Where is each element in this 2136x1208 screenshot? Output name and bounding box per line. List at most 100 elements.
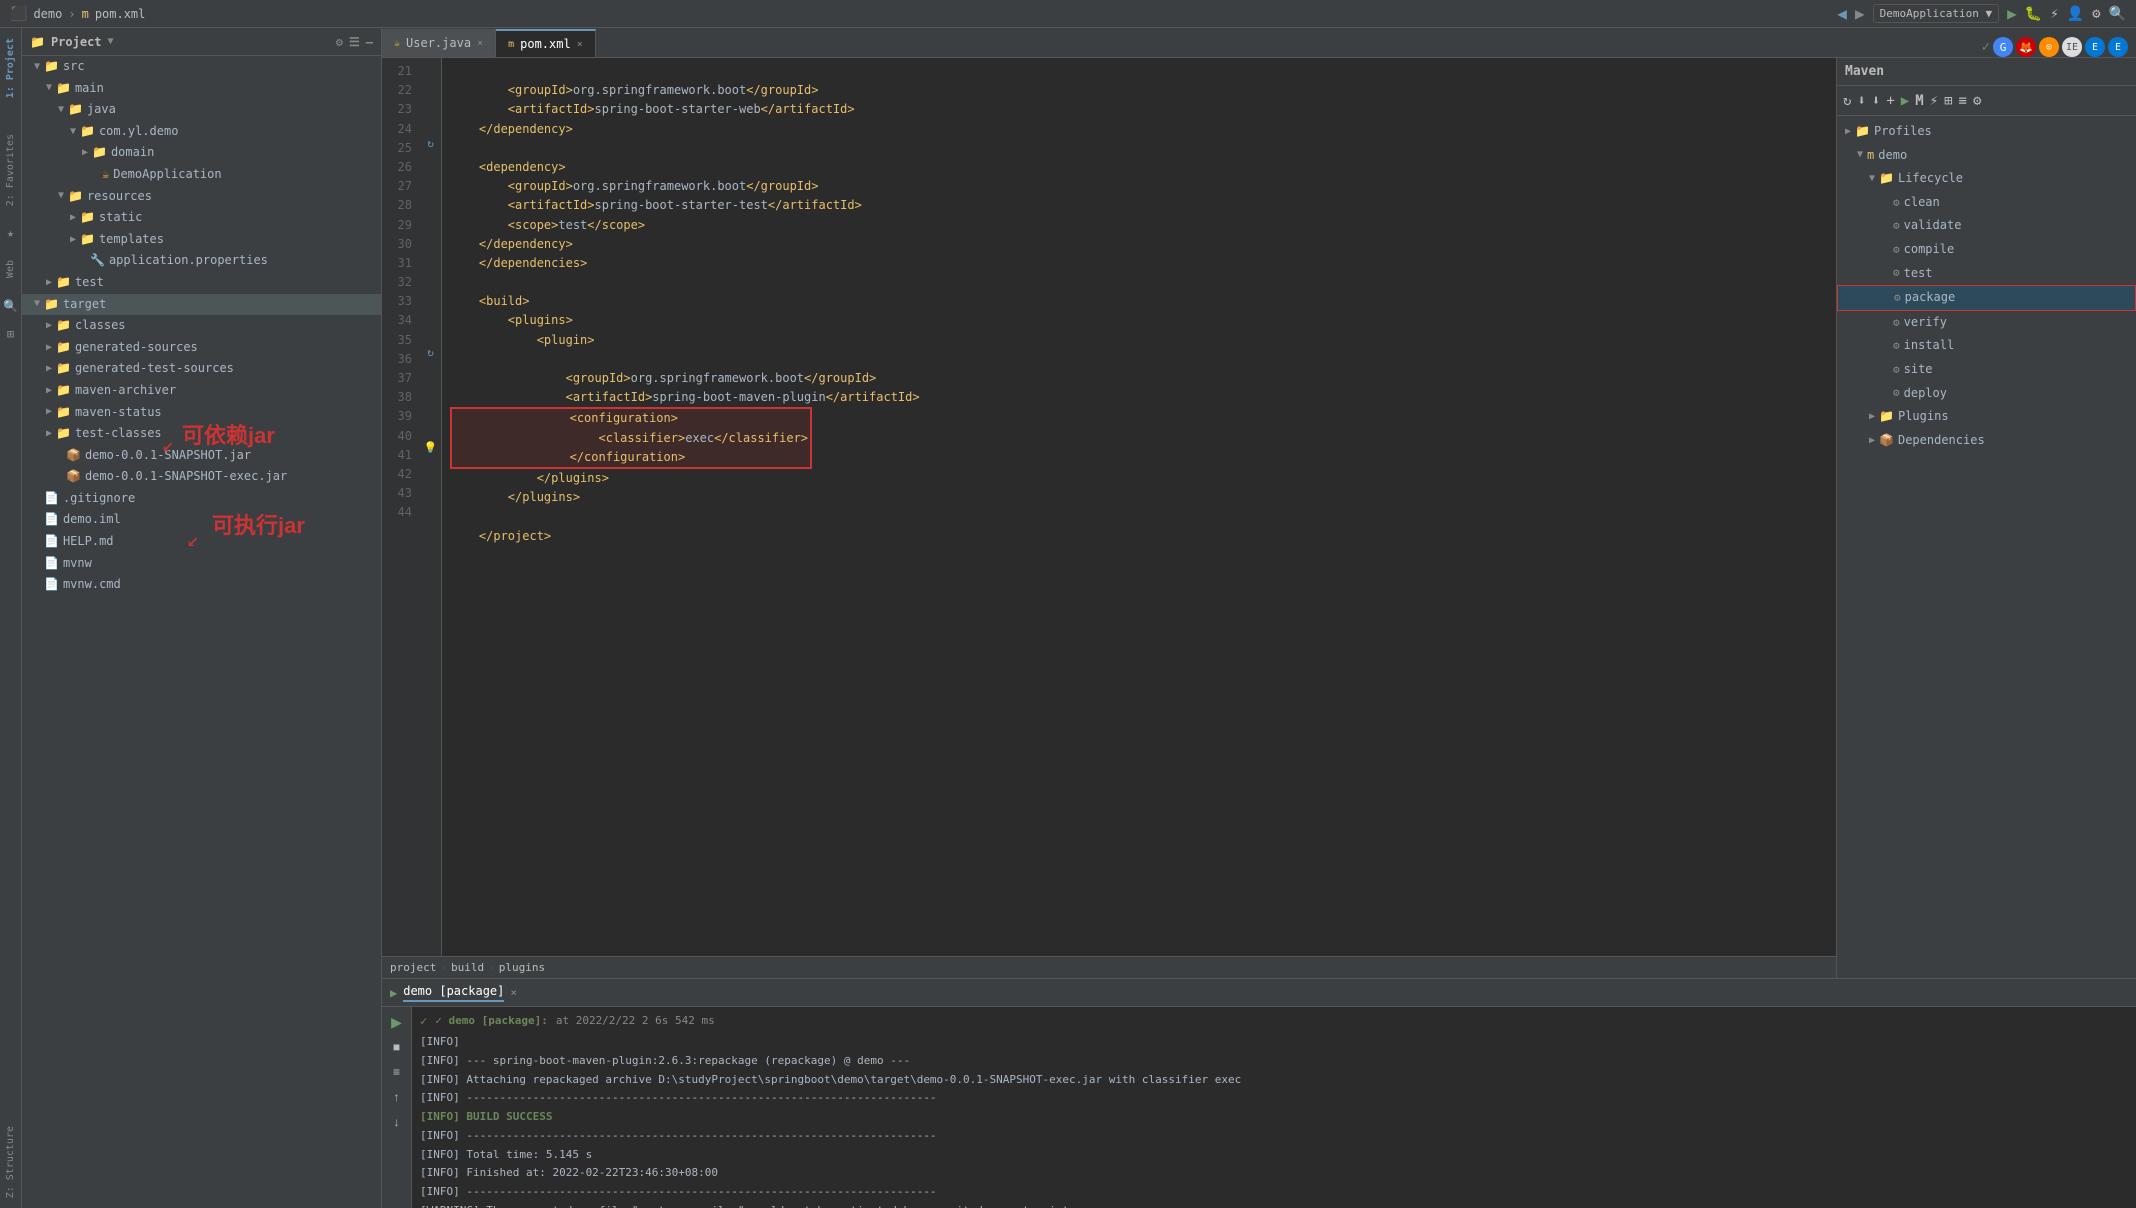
tree-item-gitignore[interactable]: 📄.gitignore — [22, 488, 381, 510]
project-dropdown-icon[interactable]: ▼ — [108, 36, 114, 47]
run-up-btn[interactable]: ↑ — [386, 1086, 408, 1108]
tree-item-templates[interactable]: ▶📁templates — [22, 229, 381, 251]
maven-list-btn[interactable]: ≡ — [1957, 91, 1969, 111]
project-gear-icon[interactable]: ☰ — [349, 35, 360, 49]
tree-item-exec-jar[interactable]: 📦demo-0.0.1-SNAPSHOT-exec.jar — [22, 466, 381, 488]
tree-item-resources[interactable]: ▼📁resources — [22, 186, 381, 208]
tree-item-generated-test-sources[interactable]: ▶📁generated-test-sources — [22, 358, 381, 380]
validate-label: validate — [1904, 215, 1962, 237]
tree-item-java[interactable]: ▼📁java — [22, 99, 381, 121]
log-line-8: [INFO] Finished at: 2022-02-22T23:46:30+… — [420, 1164, 2128, 1183]
maven-verify[interactable]: ⚙ verify — [1837, 311, 2136, 335]
search-everywhere-btn[interactable]: 🔍 — [2109, 6, 2126, 22]
code-content[interactable]: <groupId>org.springframework.boot</group… — [442, 58, 1836, 956]
tree-item-application-properties[interactable]: 🔧application.properties — [22, 250, 381, 272]
debug-btn[interactable]: 🐛 — [2025, 6, 2042, 22]
side-icon-structure-label[interactable]: Z: Structure — [3, 1120, 18, 1204]
tree-item-demo-iml[interactable]: 📄demo.iml — [22, 509, 381, 531]
tree-item-src[interactable]: ▼📁src — [22, 56, 381, 78]
tree-item-target[interactable]: ▼📁target — [22, 294, 381, 316]
run-down-btn[interactable]: ↓ — [386, 1111, 408, 1133]
run-log: ✓ ✓ demo [package]: at 2022/2/22 2 6s 54… — [412, 1007, 2136, 1208]
maven-compile[interactable]: ⚙ compile — [1837, 238, 2136, 262]
tab-user-java[interactable]: ☕ User.java × — [382, 29, 496, 57]
maven-profiles-item[interactable]: ▶ 📁 Profiles — [1837, 120, 2136, 144]
maven-test[interactable]: ⚙ test — [1837, 262, 2136, 286]
more-btn[interactable]: ⚡ — [2050, 6, 2058, 22]
test-label: test — [1904, 263, 1933, 285]
maven-site[interactable]: ⚙ site — [1837, 358, 2136, 382]
browser-icon-4[interactable]: IE — [2062, 37, 2082, 57]
browser-icon-6[interactable]: E — [2108, 37, 2128, 57]
maven-cols-btn[interactable]: ⊞ — [1942, 91, 1954, 111]
run-config-label[interactable]: DemoApplication ▼ — [1873, 4, 2000, 23]
project-minimize-icon[interactable]: — — [366, 35, 373, 49]
run-success-icon: ✓ — [420, 1011, 427, 1031]
side-icon-structure[interactable]: ⊞ — [7, 327, 14, 341]
run-play-btn[interactable]: ▶ — [386, 1011, 408, 1033]
side-icon-favorites[interactable]: 2: Favorites — [3, 128, 18, 212]
log-line-1: [INFO] — [420, 1033, 2128, 1052]
tree-item-maven-archiver[interactable]: ▶📁maven-archiver — [22, 380, 381, 402]
side-icon-search[interactable]: 🔍 — [3, 299, 18, 313]
gutter-sync-25: ↻ — [427, 137, 434, 150]
maven-lifecycle-item[interactable]: ▼ 📁 Lifecycle — [1837, 167, 2136, 191]
maven-plugins-item[interactable]: ▶ 📁 Plugins — [1837, 405, 2136, 429]
tab-pom-xml[interactable]: m pom.xml × — [496, 29, 596, 57]
side-icon-star[interactable]: ★ — [7, 226, 14, 240]
settings-btn[interactable]: ⚙ — [2092, 6, 2100, 22]
run-btn[interactable]: ▶ — [2007, 4, 2017, 23]
browser-icon-5[interactable]: E — [2085, 37, 2105, 57]
browser-icon-2[interactable]: 🦊 — [2016, 37, 2036, 57]
maven-refresh-btn[interactable]: ↻ — [1841, 91, 1853, 111]
nav-forward-icon[interactable]: ▶ — [1855, 4, 1865, 23]
plugins-folder-icon: 📁 — [1879, 406, 1894, 428]
maven-download-btn[interactable]: ⬇ — [1855, 91, 1867, 111]
tab-close-user-java[interactable]: × — [477, 38, 483, 49]
browser-icon-3[interactable]: ⊙ — [2039, 37, 2059, 57]
maven-demo-item[interactable]: ▼ m demo — [1837, 144, 2136, 168]
log-line-10: [WARNING] The requested profile "custom-… — [420, 1202, 2128, 1208]
run-stop-btn[interactable]: ■ — [386, 1036, 408, 1058]
verify-label: verify — [1904, 312, 1947, 334]
breadcrumb-plugins[interactable]: plugins — [499, 961, 545, 974]
tree-item-main[interactable]: ▼📁main — [22, 78, 381, 100]
breadcrumb-build[interactable]: build — [451, 961, 484, 974]
tree-item-mvnw[interactable]: 📄mvnw — [22, 553, 381, 575]
run-status-line: ✓ ✓ demo [package]: at 2022/2/22 2 6s 54… — [420, 1011, 2128, 1031]
side-icon-project[interactable]: 1: Project — [3, 32, 18, 104]
tab-close-pom-xml[interactable]: × — [577, 39, 583, 50]
maven-package[interactable]: ⚙ package — [1837, 285, 2136, 311]
tree-item-help-md[interactable]: 📄HELP.md — [22, 531, 381, 553]
project-tree: ▼📁src ▼📁main ▼📁java ▼📁com.yl.demo ▶📁doma… — [22, 56, 381, 1208]
maven-settings-btn[interactable]: ⚙ — [1971, 91, 1983, 111]
maven-dependencies-item[interactable]: ▶ 📦 Dependencies — [1837, 429, 2136, 453]
maven-clean[interactable]: ⚙ clean — [1837, 191, 2136, 215]
maven-install[interactable]: ⚙ install — [1837, 334, 2136, 358]
tree-item-generated-sources[interactable]: ▶📁generated-sources — [22, 337, 381, 359]
run-tab-close[interactable]: × — [510, 986, 517, 999]
profile-btn[interactable]: 👤 — [2067, 6, 2084, 22]
maven-deploy[interactable]: ⚙ deploy — [1837, 382, 2136, 406]
run-tab-label[interactable]: demo [package] — [403, 984, 504, 1002]
tree-item-mvnw-cmd[interactable]: 📄mvnw.cmd — [22, 574, 381, 596]
gutter: ↻ ↻ — [420, 58, 442, 956]
tree-item-demoapplication[interactable]: ☕DemoApplication — [22, 164, 381, 186]
browser-icon-1[interactable]: G — [1993, 37, 2013, 57]
nav-back-icon[interactable]: ◀ — [1837, 4, 1847, 23]
tree-item-com-yl-demo[interactable]: ▼📁com.yl.demo — [22, 121, 381, 143]
breadcrumb-project[interactable]: project — [390, 961, 436, 974]
maven-run-btn[interactable]: ▶ — [1899, 91, 1911, 111]
project-settings-icon[interactable]: ⚙ — [336, 35, 343, 49]
tree-item-classes[interactable]: ▶📁classes — [22, 315, 381, 337]
maven-m-btn[interactable]: M — [1913, 91, 1925, 111]
maven-validate[interactable]: ⚙ validate — [1837, 214, 2136, 238]
tree-item-domain[interactable]: ▶📁domain — [22, 142, 381, 164]
side-icon-web[interactable]: Web — [3, 254, 18, 284]
maven-lightning-btn[interactable]: ⚡ — [1928, 91, 1940, 111]
run-filter-btn[interactable]: ≡ — [386, 1061, 408, 1083]
tree-item-test[interactable]: ▶📁test — [22, 272, 381, 294]
maven-add-btn[interactable]: + — [1884, 91, 1896, 111]
tree-item-static[interactable]: ▶📁static — [22, 207, 381, 229]
maven-download2-btn[interactable]: ⬇ — [1870, 91, 1882, 111]
